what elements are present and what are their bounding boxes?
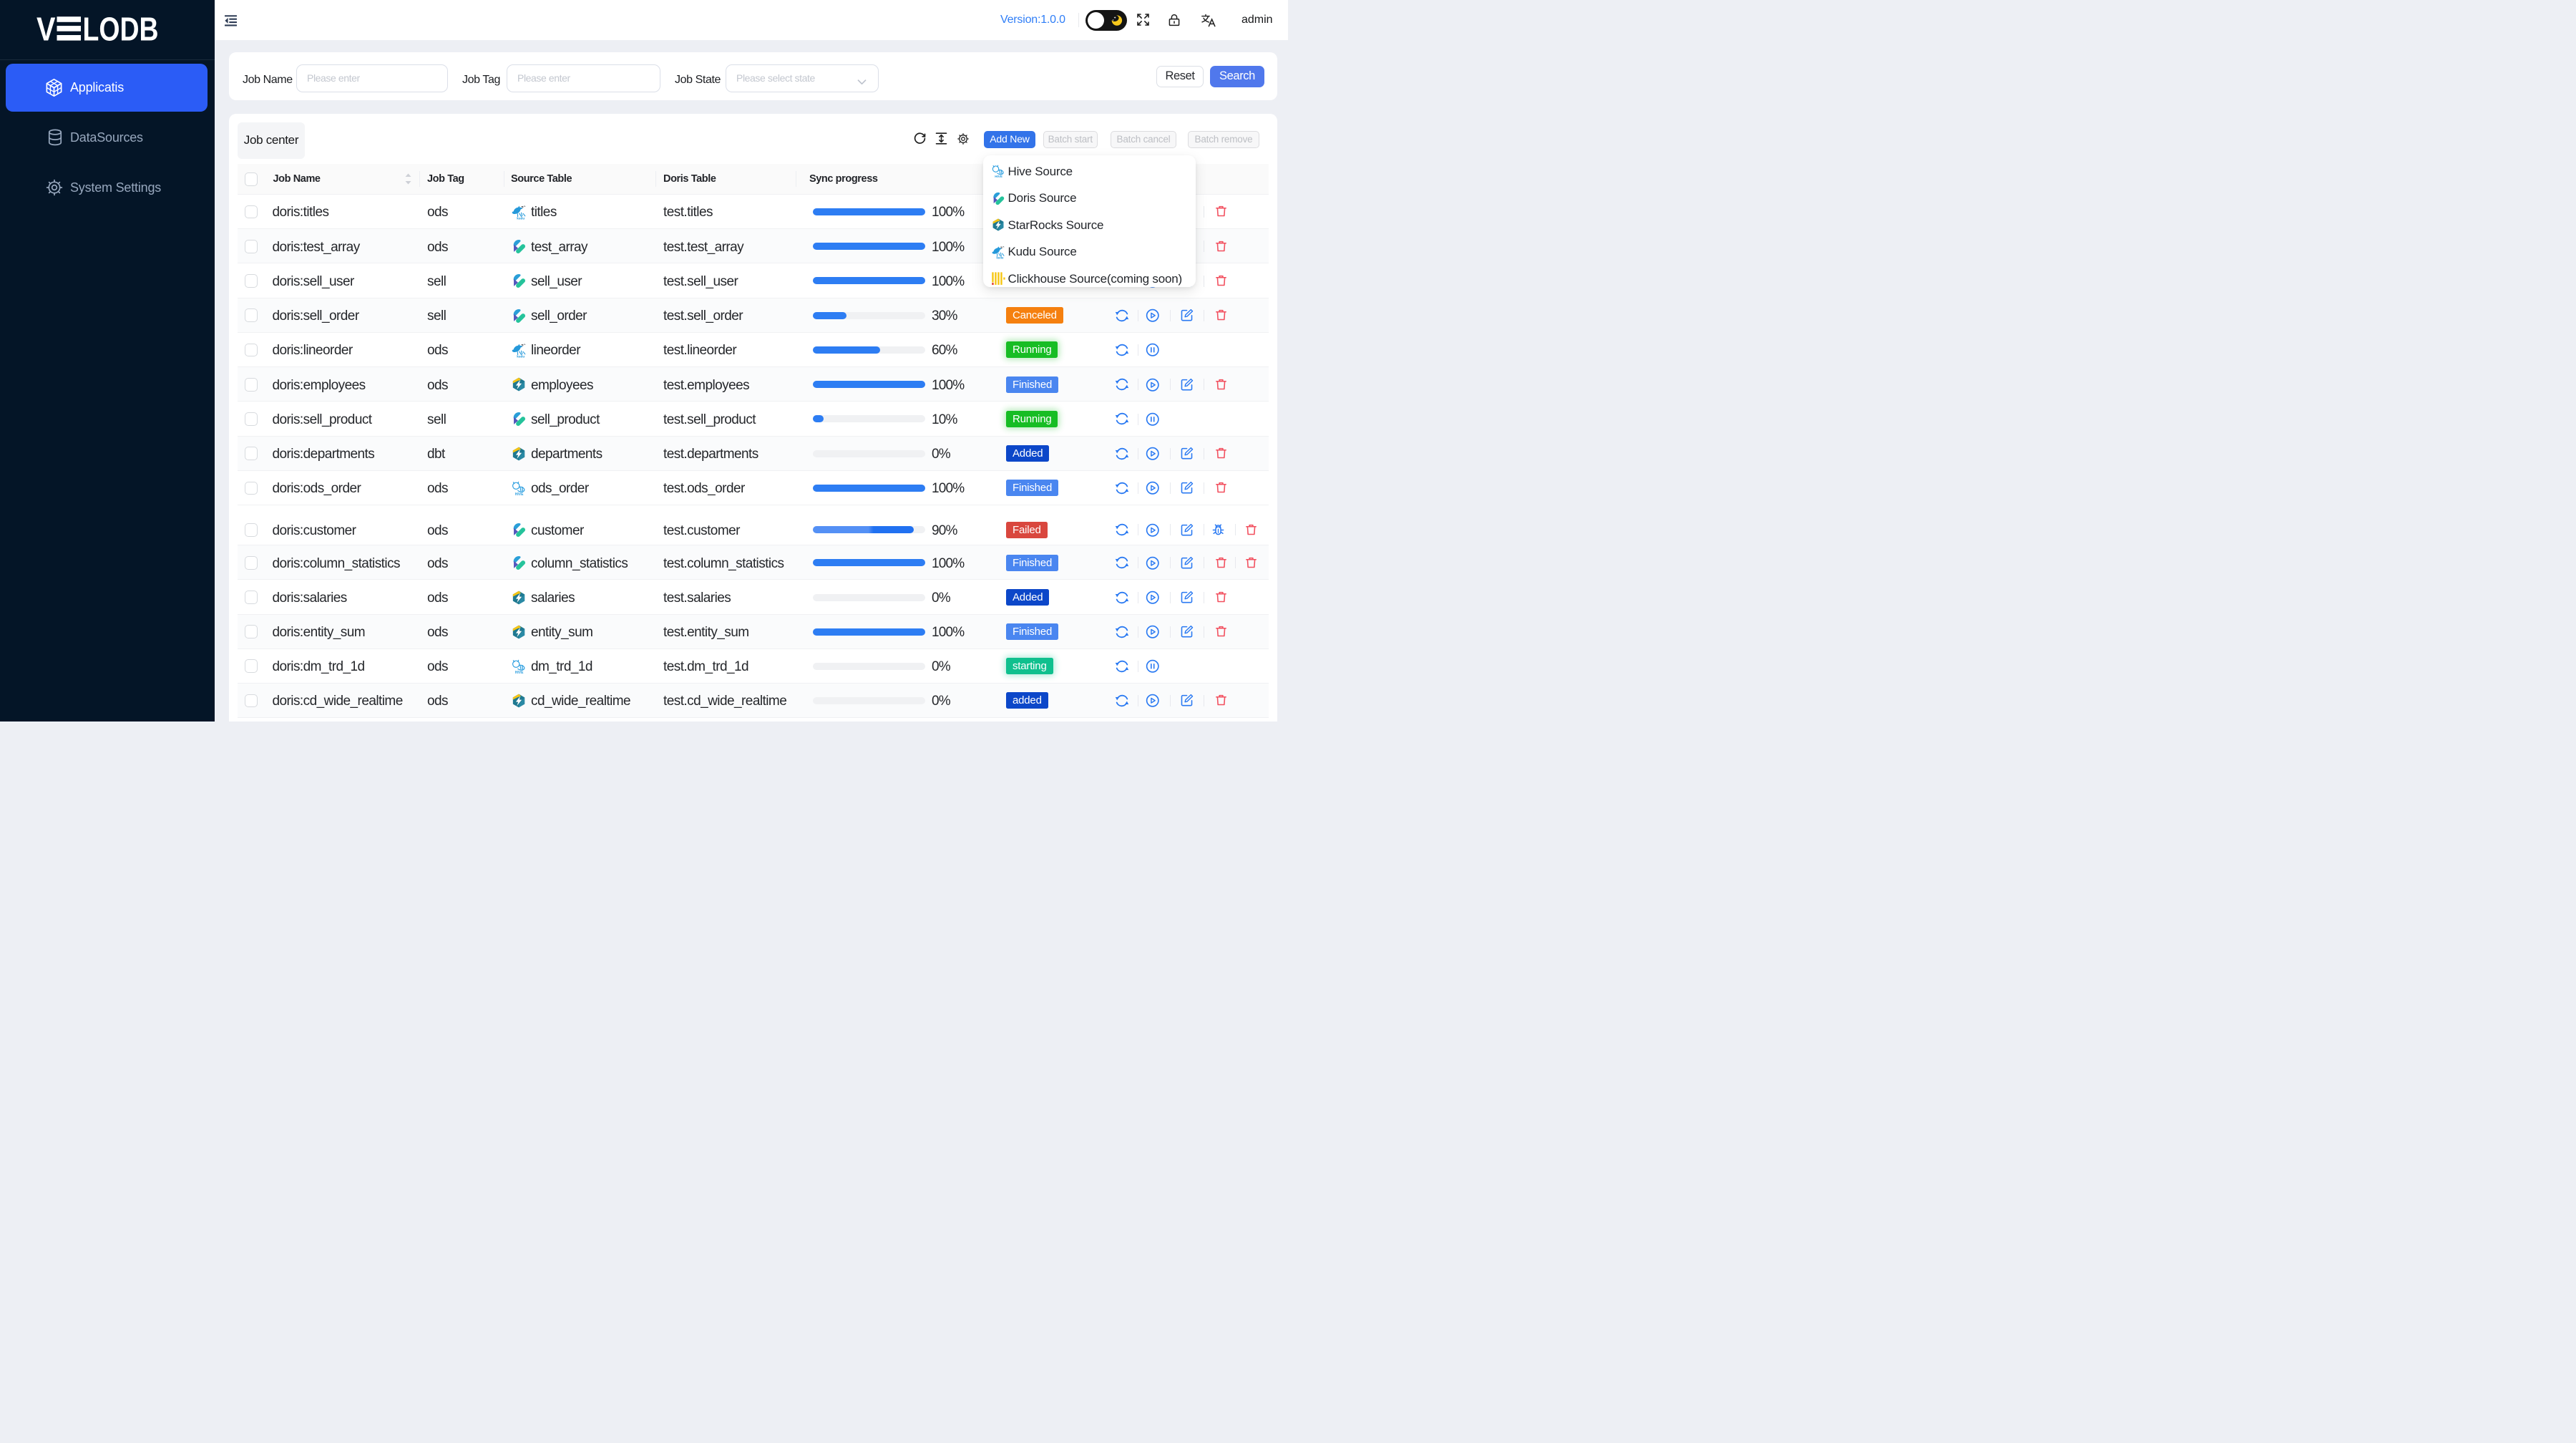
svg-text:V: V — [36, 16, 56, 41]
svg-text:HIVE: HIVE — [515, 492, 524, 496]
svg-text:kudu: kudu — [996, 256, 1003, 259]
svg-text:kudu: kudu — [517, 354, 525, 358]
svg-text:HIVE: HIVE — [995, 175, 1002, 178]
svg-text:LODB: LODB — [83, 16, 159, 41]
svg-text:kudu: kudu — [517, 216, 525, 220]
svg-text:HIVE: HIVE — [515, 671, 524, 674]
